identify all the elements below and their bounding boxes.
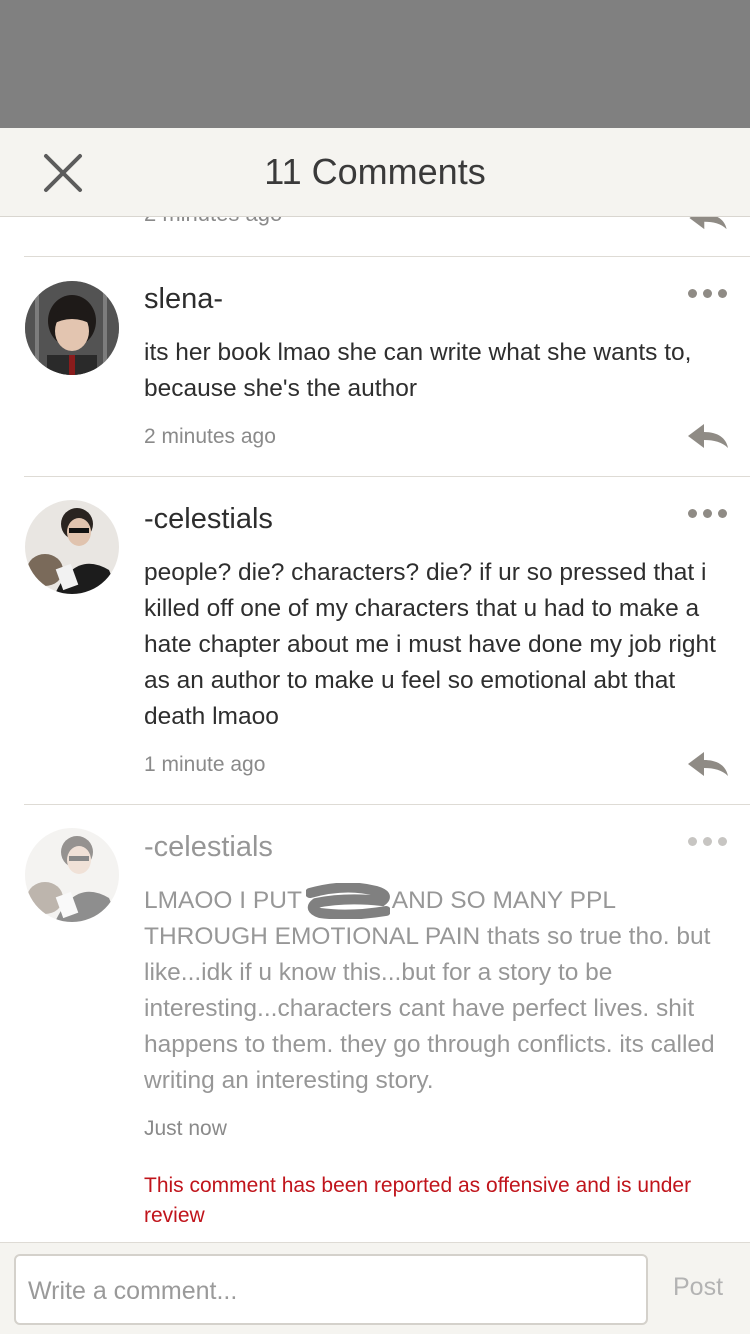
comment-text: LMAOO I PUT AND SO MANY PPL THROUGH EMOT… [144, 882, 734, 1099]
divider [24, 256, 750, 257]
comment-text: its her book lmao she can write what she… [144, 339, 692, 402]
post-button[interactable]: Post [662, 1273, 734, 1302]
redaction-scribble [306, 882, 391, 919]
comment-text: people? die? characters? die? if ur so p… [144, 559, 716, 730]
reply-icon[interactable] [686, 217, 730, 231]
more-options-button[interactable] [688, 509, 728, 521]
comment-text-start: LMAOO I PUT [144, 887, 302, 914]
divider [24, 476, 750, 477]
page-title: 11 Comments [264, 151, 486, 192]
avatar[interactable] [25, 500, 119, 594]
comment-timestamp: 1 minute ago [144, 753, 266, 776]
divider [24, 804, 750, 805]
comment-username[interactable]: -celestials [144, 503, 273, 536]
comment-list[interactable]: 2 minutes ago slena- its her book lmao s… [0, 217, 750, 1242]
reply-icon[interactable] [686, 422, 730, 450]
comment-username[interactable]: -celestials [144, 831, 273, 864]
dimmed-background[interactable] [0, 0, 750, 128]
comment-username[interactable]: slena- [144, 283, 223, 316]
more-options-button[interactable] [688, 289, 728, 301]
comment-timestamp: Just now [144, 1117, 227, 1140]
more-options-button[interactable] [688, 837, 728, 849]
comment-timestamp: 2 minutes ago [144, 425, 276, 448]
comment-input[interactable]: Write a comment... [14, 1254, 648, 1325]
avatar[interactable] [25, 828, 119, 922]
comment-timestamp: 2 minutes ago [144, 217, 282, 227]
avatar[interactable] [25, 281, 119, 375]
report-notice: This comment has been reported as offens… [144, 1174, 692, 1227]
comment-text-end: AND SO MANY PPL THROUGH EMOTIONAL PAIN t… [144, 887, 715, 1094]
reply-icon[interactable] [686, 750, 730, 778]
